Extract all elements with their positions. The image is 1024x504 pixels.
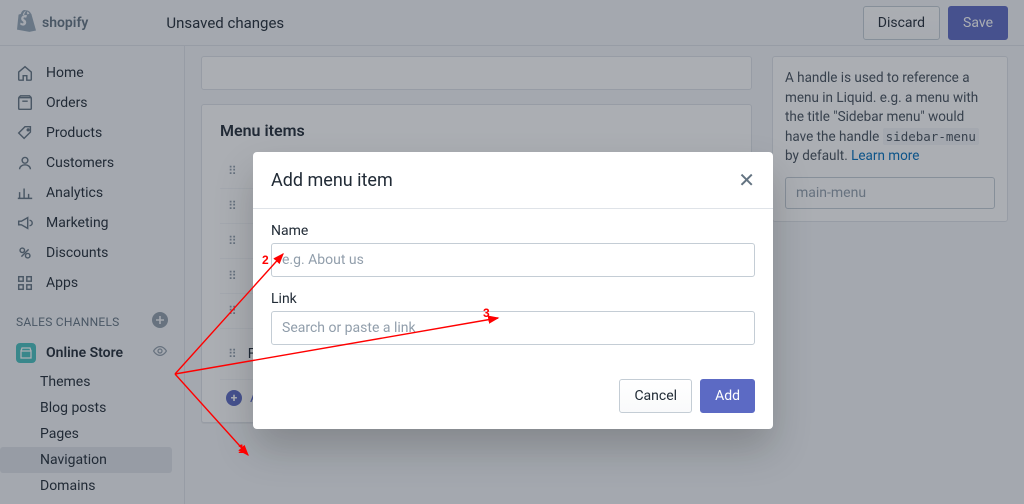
close-icon: ✕ — [738, 168, 755, 192]
modal-title: Add menu item — [271, 170, 393, 191]
link-input[interactable] — [271, 311, 755, 345]
link-label: Link — [271, 291, 755, 307]
add-button[interactable]: Add — [700, 379, 755, 413]
add-menu-item-modal: Add menu item ✕ Name Link Cancel Add — [253, 152, 773, 429]
cancel-button[interactable]: Cancel — [619, 379, 692, 413]
close-button[interactable]: ✕ — [738, 168, 755, 192]
name-label: Name — [271, 223, 755, 239]
name-input[interactable] — [271, 243, 755, 277]
